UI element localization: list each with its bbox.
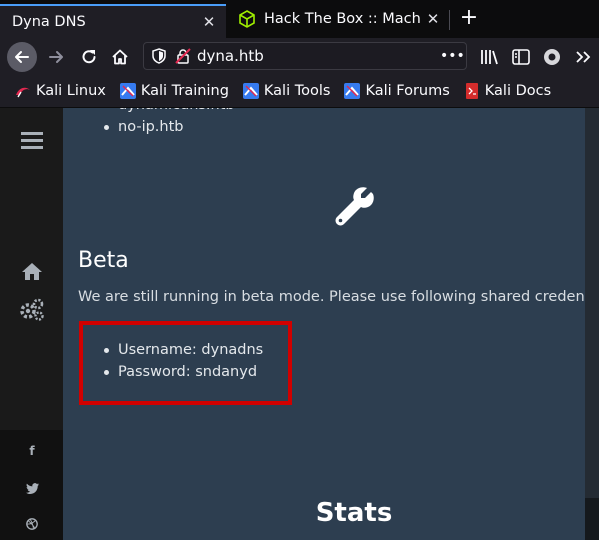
bookmarks-toolbar: Kali Linux Kali Training Kali Tools Kali…: [0, 74, 599, 108]
address-bar[interactable]: dyna.htb •••: [143, 42, 467, 70]
navigation-toolbar: dyna.htb •••: [0, 38, 599, 74]
bookmark-kali-tools[interactable]: Kali Tools: [242, 82, 331, 99]
bookmark-label: Kali Tools: [263, 82, 331, 99]
menu-icon[interactable]: [19, 129, 45, 151]
shield-icon[interactable]: [152, 48, 166, 64]
list-item: dynamicdns.htb: [101, 108, 235, 116]
settings-icon[interactable]: [19, 297, 45, 323]
extension-button[interactable]: [541, 46, 563, 68]
tab-title: Hack The Box :: Machines: [264, 11, 422, 27]
home-icon: [112, 49, 128, 65]
close-tab-icon[interactable]: ✕: [422, 10, 444, 28]
beta-heading: Beta: [78, 248, 129, 273]
tab-hack-the-box[interactable]: Hack The Box :: Machines ✕: [228, 4, 450, 34]
tab-title: Dyna DNS: [12, 14, 86, 30]
reload-icon: [82, 50, 96, 64]
reload-button[interactable]: [74, 42, 104, 72]
scrollbar-thumb[interactable]: [585, 498, 599, 540]
bookmark-label: Kali Training: [140, 82, 229, 99]
chevron-double-right-icon: [576, 51, 591, 63]
sidebar-toggle-button[interactable]: [510, 46, 532, 68]
wrench-icon: [332, 183, 376, 227]
close-tab-icon[interactable]: ✕: [198, 13, 220, 31]
kali-tools-icon: [242, 82, 259, 99]
page-scrollbar[interactable]: [585, 108, 599, 540]
domain-list: dynamicdns.htb no-ip.htb: [101, 108, 235, 138]
forward-arrow-icon: [49, 51, 63, 63]
url-text[interactable]: dyna.htb: [197, 47, 440, 65]
bookmark-label: Kali Linux: [36, 82, 106, 99]
bookmark-kali-training[interactable]: Kali Training: [119, 82, 229, 99]
site-sidebar: f: [0, 108, 63, 540]
library-icon: [481, 50, 498, 65]
bookmark-kali-forums[interactable]: Kali Forums: [344, 82, 450, 99]
tab-dyna-dns[interactable]: Dyna DNS ✕: [0, 4, 226, 38]
forward-button[interactable]: [41, 42, 71, 72]
bookmark-kali-linux[interactable]: Kali Linux: [15, 83, 106, 99]
overflow-menu-button[interactable]: [572, 46, 594, 68]
tab-bar: Dyna DNS ✕ Hack The Box :: Machines ✕ +: [0, 0, 599, 38]
twitter-icon[interactable]: [24, 480, 40, 496]
facebook-icon[interactable]: f: [24, 443, 40, 459]
home-button[interactable]: [105, 42, 135, 72]
back-arrow-icon: [15, 51, 29, 63]
main-content: dynamicdns.htb no-ip.htb Beta We are sti…: [63, 108, 585, 540]
kali-training-icon: [119, 82, 136, 99]
beta-description: We are still running in beta mode. Pleas…: [78, 289, 585, 305]
page-actions-icon[interactable]: •••: [440, 48, 465, 64]
kali-forums-icon: [344, 82, 361, 99]
social-links: f: [0, 430, 63, 540]
extension-circle-icon: [544, 49, 560, 65]
highlight-box: [79, 321, 292, 405]
new-tab-button[interactable]: +: [456, 6, 482, 32]
htb-cube-icon: [238, 10, 256, 28]
sidebar-icon: [512, 49, 530, 65]
library-button[interactable]: [479, 46, 501, 68]
kali-docs-icon: [464, 82, 480, 99]
tab-separator: [449, 10, 450, 30]
bookmark-kali-docs[interactable]: Kali Docs: [464, 82, 552, 99]
kali-logo-icon: [15, 83, 31, 99]
list-item: no-ip.htb: [101, 116, 235, 138]
dribbble-icon[interactable]: [24, 516, 40, 532]
back-button[interactable]: [7, 42, 37, 72]
insecure-lock-icon[interactable]: [175, 48, 191, 64]
bookmark-label: Kali Forums: [365, 82, 450, 99]
stats-heading: Stats: [315, 498, 393, 528]
home-icon[interactable]: [20, 260, 44, 282]
bookmark-label: Kali Docs: [484, 82, 552, 99]
